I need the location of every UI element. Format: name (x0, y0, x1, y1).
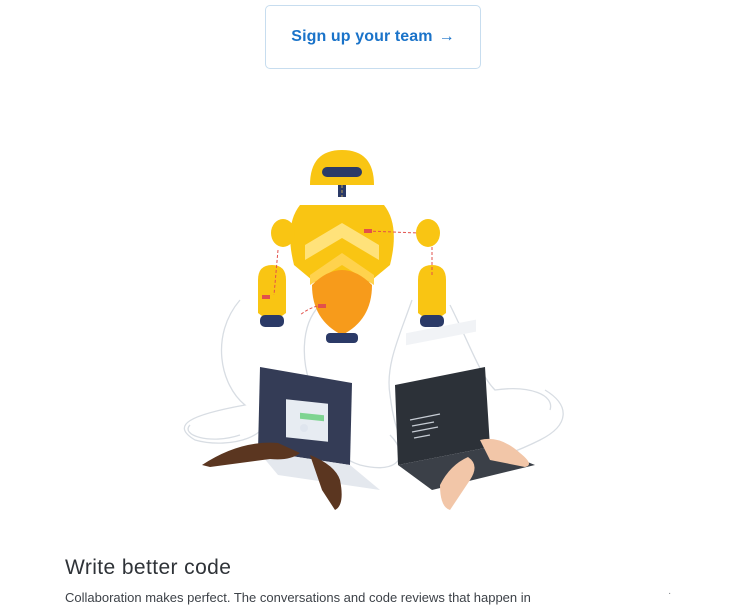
section-title: Write better code (65, 556, 232, 579)
robot-figure (258, 150, 446, 343)
cta-section: Sign up your team → (0, 0, 748, 110)
section-description: Collaboration makes perfect. The convers… (65, 590, 531, 605)
arrow-right-icon: → (438, 28, 455, 45)
sign-up-label: Sign up your team (291, 28, 433, 45)
sign-up-team-button[interactable]: Sign up your team → (265, 5, 481, 69)
corner-mark: · (668, 588, 672, 599)
collaboration-illustration (183, 150, 564, 510)
cable-lines (183, 299, 564, 469)
